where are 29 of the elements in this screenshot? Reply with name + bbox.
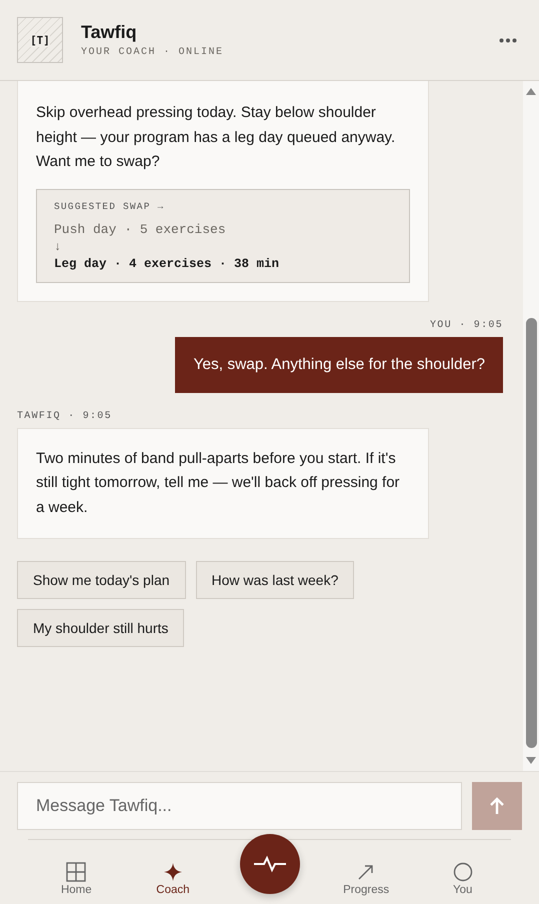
coach-name: Tawfiq	[81, 22, 138, 43]
suggestion-chip[interactable]: Show me today's plan	[17, 561, 186, 599]
fab-button[interactable]	[240, 834, 300, 894]
scroll-down-icon[interactable]	[525, 756, 537, 766]
message-meta: YOU · 9:05	[430, 320, 503, 330]
nav-tab[interactable]: Coach	[124, 840, 222, 904]
coach-message: Two minutes of band pull-aparts before you start. If it's still tight tomorrow, tell me — we'll back off pressing for a week.	[36, 448, 401, 518]
suggestion-chip[interactable]: How was last week?	[196, 561, 354, 599]
nav-tab[interactable]: Progress	[318, 840, 414, 904]
nav-tab[interactable]: Home	[28, 840, 125, 904]
pulse-icon	[252, 855, 286, 873]
scroll-up-icon[interactable]	[525, 86, 537, 96]
suggestion-chip[interactable]: My shoulder still hurts	[17, 609, 184, 647]
swap-to: Leg day · 4 exercises · 38 min	[54, 256, 280, 270]
down-arrow-icon: ↓	[54, 240, 62, 254]
up-arrow-icon	[489, 796, 505, 814]
user-message: Yes, swap. Anything else for the shoulder?	[175, 336, 503, 392]
coach-status: YOUR COACH · ONLINE	[81, 47, 225, 58]
nav-tab[interactable]: You	[414, 840, 511, 904]
circle-icon	[452, 862, 473, 882]
scrollbar[interactable]	[523, 81, 539, 771]
coach-message: Skip overhead pressing today. Stay below shoulder height — your program has a leg day queued anyway. Want me to swap?	[36, 103, 396, 172]
swap-label: SUGGESTED SWAP →	[54, 200, 166, 212]
message-meta: TAWFIQ · 9:05	[17, 410, 112, 422]
swap-from: Push day · 5 exercises	[54, 222, 227, 236]
grid-icon	[66, 862, 86, 882]
message-field[interactable]: Message Tawfiq...	[17, 782, 462, 830]
sparkle-icon	[162, 862, 183, 882]
coach-avatar: [T]	[17, 17, 63, 63]
